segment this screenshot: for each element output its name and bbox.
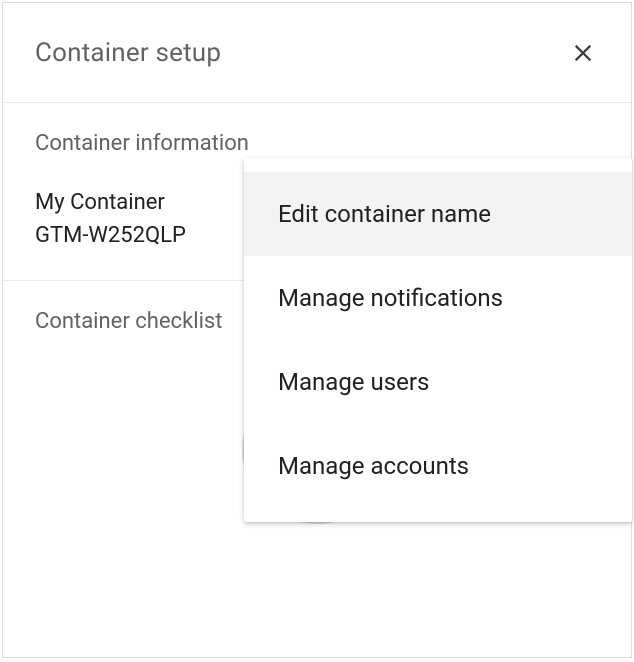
panel-header: Container setup	[3, 3, 631, 103]
menu-item-manage-accounts[interactable]: Manage accounts	[244, 424, 632, 508]
menu-item-manage-notifications[interactable]: Manage notifications	[244, 256, 632, 340]
menu-item-edit-container-name[interactable]: Edit container name	[244, 172, 632, 256]
container-actions-menu: Edit container name Manage notifications…	[244, 158, 632, 522]
panel-title: Container setup	[35, 38, 221, 68]
menu-item-manage-users[interactable]: Manage users	[244, 340, 632, 424]
close-icon	[569, 39, 597, 67]
container-information-label: Container information	[35, 131, 599, 156]
close-button[interactable]	[567, 37, 599, 69]
